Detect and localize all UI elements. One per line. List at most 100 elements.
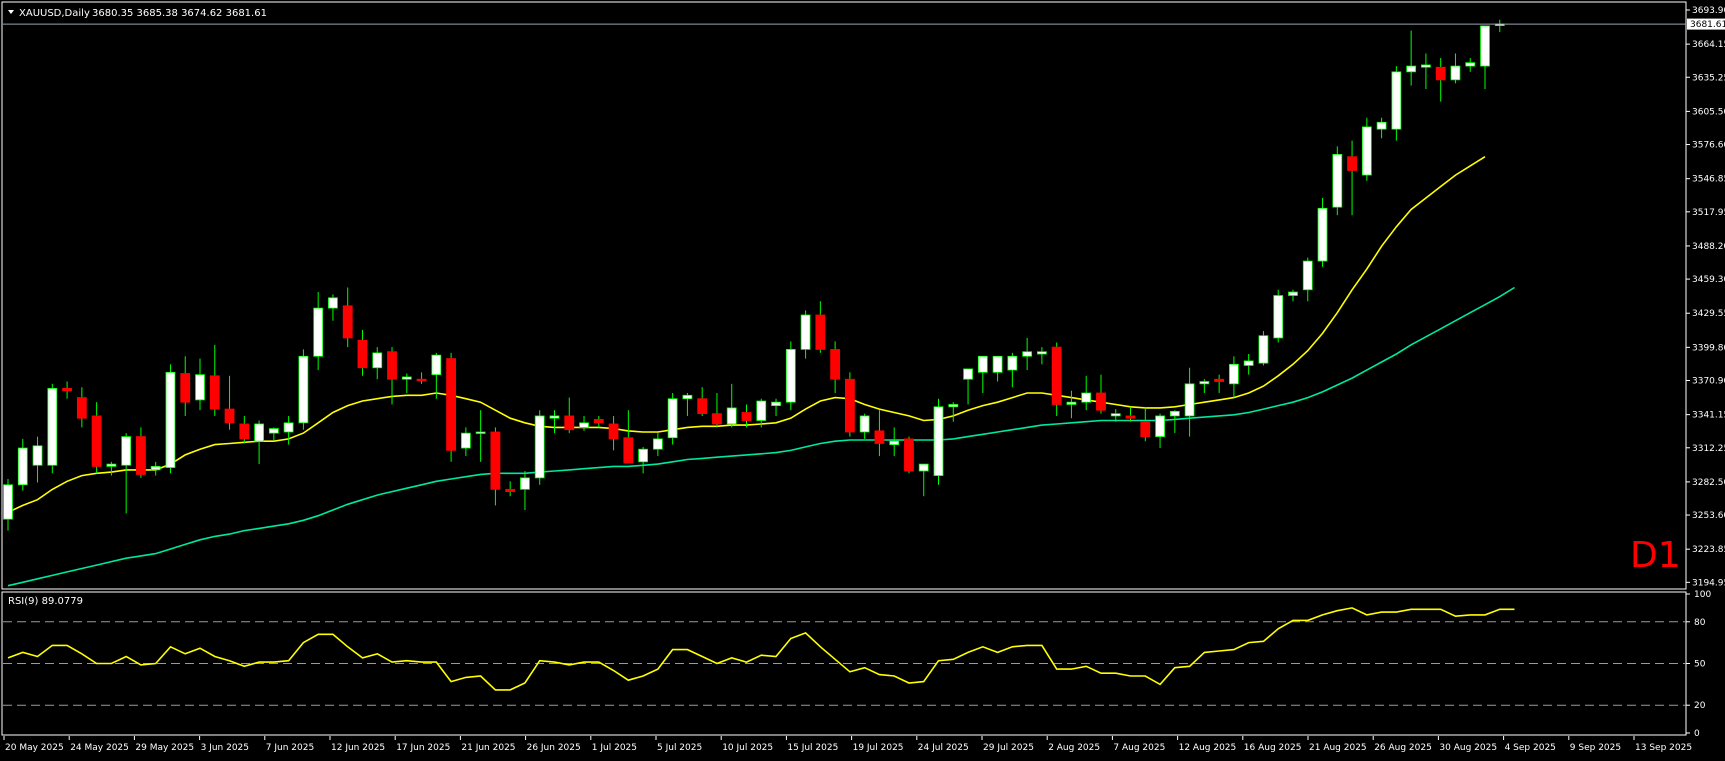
candle bbox=[1184, 367, 1195, 437]
candle bbox=[726, 383, 737, 428]
candle bbox=[1376, 117, 1387, 139]
rsi-label: RSI(9) 89.0779 bbox=[8, 596, 83, 607]
time-tick-label: 9 Sep 2025 bbox=[1570, 743, 1621, 753]
candle bbox=[1347, 140, 1357, 216]
rsi-polyline bbox=[7, 607, 1515, 691]
candle bbox=[1465, 58, 1476, 72]
candle bbox=[918, 463, 929, 497]
time-tick-label: 29 Jul 2025 bbox=[983, 743, 1034, 753]
candle bbox=[342, 287, 353, 348]
price-tick-label: 3693.90 bbox=[1692, 6, 1725, 16]
candle bbox=[32, 436, 43, 483]
rsi-tick-label: 20 bbox=[1694, 701, 1706, 711]
time-tick-label: 2 Aug 2025 bbox=[1048, 743, 1100, 753]
bull-candle-body bbox=[785, 349, 796, 403]
candle bbox=[564, 397, 575, 434]
bull-candle-body bbox=[889, 440, 900, 446]
chart-canvas[interactable]: XAUUSD,Daily 3680.35 3685.38 3674.62 368… bbox=[0, 0, 1725, 757]
bull-candle-body bbox=[1361, 126, 1372, 176]
bull-candle-body bbox=[726, 407, 737, 425]
time-tick-label: 10 Jul 2025 bbox=[722, 743, 773, 753]
candle bbox=[785, 341, 796, 411]
candle bbox=[1317, 198, 1328, 267]
time-tick-label: 24 Jul 2025 bbox=[918, 743, 969, 753]
bull-candle-body bbox=[1465, 62, 1476, 67]
bear-candle-body bbox=[387, 351, 397, 380]
time-tick-label: 16 Aug 2025 bbox=[1244, 743, 1302, 753]
candle bbox=[1155, 413, 1165, 449]
candle bbox=[623, 410, 634, 464]
candle bbox=[992, 355, 1003, 382]
bear-candle-body bbox=[62, 388, 72, 392]
time-tick-label: 3 Jun 2025 bbox=[201, 743, 249, 753]
time-tick-label: 26 Aug 2025 bbox=[1374, 743, 1432, 753]
bull-candle-body bbox=[1229, 363, 1239, 385]
bull-candle-body bbox=[1007, 355, 1018, 371]
bear-candle-body bbox=[1347, 156, 1357, 171]
rsi-tick-label: 0 bbox=[1694, 729, 1700, 739]
candle bbox=[1051, 342, 1062, 416]
bull-candle-body bbox=[933, 406, 944, 476]
time-tick-label: 21 Aug 2025 bbox=[1309, 743, 1367, 753]
price-tick-label: 3635.25 bbox=[1692, 73, 1725, 83]
candle bbox=[844, 372, 855, 437]
candle bbox=[1037, 347, 1047, 365]
price-tick-label: 3194.95 bbox=[1692, 578, 1725, 588]
candle bbox=[579, 415, 589, 431]
price-tick-label: 3341.15 bbox=[1692, 411, 1725, 421]
candle bbox=[416, 372, 427, 384]
candle bbox=[1081, 375, 1092, 411]
price-tick-label: 3253.60 bbox=[1692, 511, 1725, 521]
candle bbox=[254, 420, 264, 465]
bull-candle-body bbox=[1302, 260, 1313, 291]
candle bbox=[1332, 146, 1343, 216]
bear-candle-body bbox=[1140, 421, 1151, 437]
candle bbox=[741, 404, 752, 428]
candle bbox=[652, 433, 663, 457]
candle bbox=[1361, 117, 1372, 181]
time-tick-label: 1 Jul 2025 bbox=[592, 743, 637, 753]
time-axis: 20 May 2025 24 May 2025 29 May 2025 3 Jun 2… bbox=[3, 736, 1692, 753]
candle bbox=[298, 349, 309, 430]
candle bbox=[874, 410, 885, 457]
price-tick-label: 3605.50 bbox=[1692, 107, 1725, 117]
bear-candle-body bbox=[91, 415, 102, 467]
price-tick-label: 3664.15 bbox=[1692, 40, 1725, 50]
candle bbox=[1169, 410, 1180, 434]
bull-candle-body bbox=[520, 477, 530, 490]
bull-candle-body bbox=[1110, 413, 1121, 417]
bear-candle-body bbox=[623, 437, 634, 464]
time-tick-label: 17 Jun 2025 bbox=[396, 743, 450, 753]
bull-candle-body bbox=[992, 355, 1003, 373]
candle bbox=[1258, 331, 1269, 366]
candle bbox=[1288, 289, 1298, 302]
candle bbox=[904, 436, 914, 474]
bull-candle-body bbox=[47, 388, 58, 466]
candle bbox=[800, 310, 811, 359]
bull-candle-body bbox=[1258, 335, 1269, 364]
candle bbox=[17, 438, 28, 491]
symbol-dropdown-icon[interactable] bbox=[8, 10, 14, 14]
bull-candle-body bbox=[1169, 410, 1180, 417]
bull-candle-body bbox=[756, 400, 767, 421]
bull-candle-body bbox=[106, 463, 117, 467]
candle bbox=[1229, 356, 1239, 398]
candle bbox=[106, 461, 117, 476]
price-tick-label: 3312.25 bbox=[1692, 444, 1725, 454]
candle bbox=[209, 344, 220, 416]
time-tick-label: 12 Jun 2025 bbox=[331, 743, 385, 753]
candle bbox=[638, 446, 649, 474]
candle bbox=[62, 381, 72, 399]
candle bbox=[431, 352, 442, 399]
candle bbox=[1066, 390, 1077, 419]
bear-candle-body bbox=[239, 423, 250, 440]
bear-candle-body bbox=[416, 378, 427, 382]
candle bbox=[239, 415, 250, 444]
bull-candle-body bbox=[948, 404, 959, 408]
time-tick-label: 7 Jun 2025 bbox=[266, 743, 314, 753]
bear-candle-body bbox=[1125, 415, 1136, 419]
price-tick-label: 3399.80 bbox=[1692, 343, 1725, 353]
candle bbox=[1007, 352, 1018, 388]
candle bbox=[593, 415, 604, 428]
bull-candle-body bbox=[977, 355, 988, 373]
